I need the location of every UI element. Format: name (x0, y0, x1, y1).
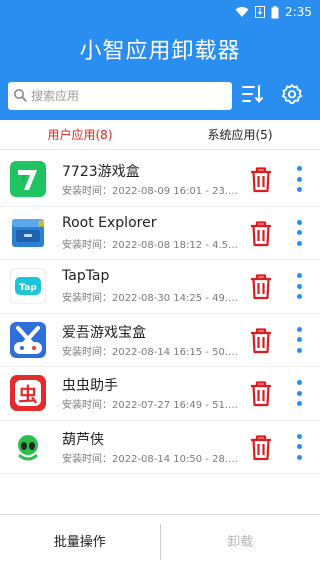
status-time: 2:35 (285, 5, 312, 19)
root-explorer-icon: R (10, 215, 46, 251)
gear-icon (281, 83, 303, 109)
list-item[interactable]: R Root Explorer 安装时间：2022-08-08 18:12 - … (0, 207, 320, 260)
uninstall-button[interactable]: 卸载 (161, 515, 320, 569)
app-install-info: 安装时间：2022-08-08 18:12 - 4.50MB (62, 239, 240, 251)
signal-icon (255, 6, 266, 18)
more-options-button[interactable] (292, 164, 306, 194)
delete-button[interactable] (249, 167, 273, 193)
delete-button[interactable] (249, 274, 273, 300)
more-options-button[interactable] (292, 325, 306, 355)
app-install-info: 安装时间：2022-08-09 16:01 - 23.06MB (62, 186, 240, 197)
battery-icon (271, 5, 279, 19)
list-item[interactable]: 爱吾游戏宝盒 安装时间：2022-08-14 16:15 - 50.12MB (0, 314, 320, 367)
app-install-info: 安装时间：2022-08-30 14:25 - 49.35MB (62, 293, 240, 304)
delete-button[interactable] (249, 220, 273, 247)
search-icon (13, 87, 27, 106)
tab-user-apps[interactable]: 用户应用(8) (0, 120, 160, 149)
list-item[interactable]: 葫芦侠 安装时间：2022-08-14 10:50 - 28.31MB (0, 421, 320, 474)
delete-button[interactable] (249, 381, 273, 407)
app-name: 虫虫助手 (62, 378, 118, 394)
chongchong-assistant-icon: 虫 (10, 375, 46, 411)
svg-text:虫: 虫 (18, 383, 37, 406)
app-type-tabs: 用户应用(8) 系统应用(5) (0, 120, 320, 150)
taptap-icon: Tap (10, 268, 46, 304)
app-name: 葫芦侠 (62, 431, 104, 448)
app-install-info: 安装时间：2022-08-14 16:15 - 50.12MB (62, 346, 240, 358)
sort-icon (241, 84, 263, 108)
list-item[interactable]: 7723游戏盒 安装时间：2022-08-09 16:01 - 23.06MB (0, 153, 320, 207)
more-options-button[interactable] (292, 271, 306, 301)
trash-icon (249, 220, 273, 251)
huluxia-icon (10, 428, 46, 465)
list-item[interactable]: Tap TapTap 安装时间：2022-08-30 14:25 - 49.35… (0, 260, 320, 314)
sort-button[interactable] (240, 82, 264, 110)
search-input[interactable] (31, 89, 221, 103)
settings-button[interactable] (280, 82, 304, 110)
bottom-action-bar: 批量操作 卸载 (0, 514, 320, 569)
app-install-info: 安装时间：2022-07-27 16:49 - 51.93MB (62, 400, 240, 411)
trash-icon (249, 274, 273, 304)
app-name: 爱吾游戏宝盒 (62, 324, 146, 341)
wifi-icon (235, 6, 249, 18)
app-list: 7723游戏盒 安装时间：2022-08-09 16:01 - 23.06MB … (0, 153, 320, 474)
app-name: TapTap (62, 268, 110, 284)
tab-system-apps[interactable]: 系统应用(5) (160, 120, 320, 149)
svg-text:Tap: Tap (19, 283, 37, 293)
trash-icon (249, 434, 273, 465)
7723-game-box-icon (10, 161, 46, 197)
app-name: 7723游戏盒 (62, 164, 140, 180)
svg-text:R: R (38, 220, 45, 230)
status-bar: 2:35 (0, 0, 320, 24)
app-install-info: 安装时间：2022-08-14 10:50 - 28.31MB (62, 453, 240, 465)
list-item[interactable]: 虫 虫虫助手 安装时间：2022-07-27 16:49 - 51.93MB (0, 367, 320, 421)
aiwu-game-box-icon (10, 321, 46, 358)
trash-icon (249, 167, 273, 197)
trash-icon (249, 327, 273, 358)
trash-icon (249, 381, 273, 411)
more-options-button[interactable] (292, 432, 306, 462)
app-name: Root Explorer (62, 214, 157, 231)
search-box[interactable] (8, 82, 232, 110)
batch-operation-button[interactable]: 批量操作 (0, 515, 160, 569)
more-options-button[interactable] (292, 218, 306, 248)
delete-button[interactable] (249, 434, 273, 461)
delete-button[interactable] (249, 327, 273, 354)
more-options-button[interactable] (292, 378, 306, 408)
app-title: 小智应用卸载器 (79, 39, 241, 64)
app-header: 小智应用卸载器 (0, 24, 320, 120)
